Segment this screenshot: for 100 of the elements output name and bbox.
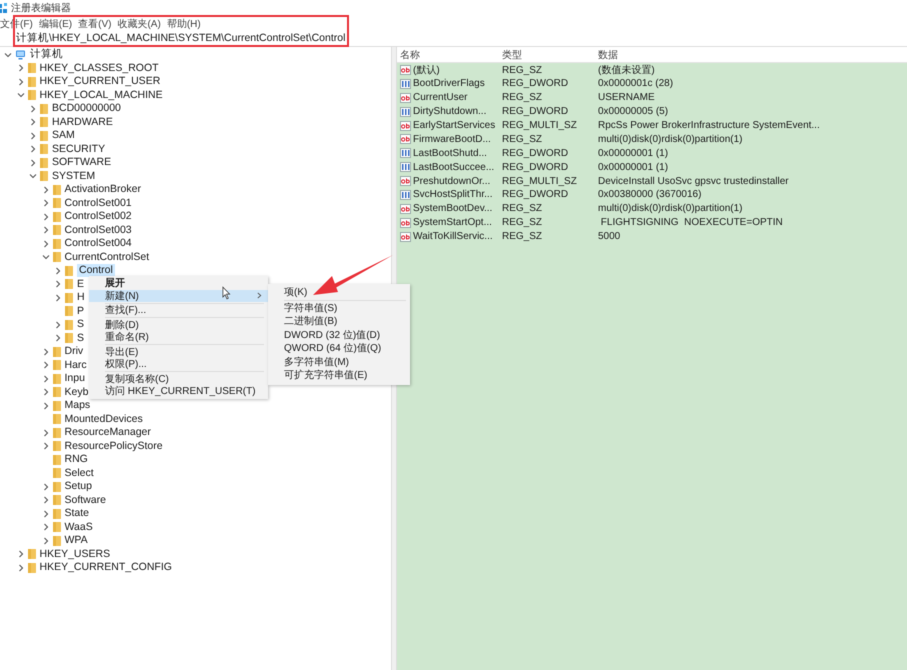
expanded-chevron-icon[interactable] (42, 253, 50, 262)
tree-node[interactable]: WPA (64, 534, 88, 548)
expanded-chevron-icon[interactable] (16, 91, 24, 100)
tree-node[interactable]: Setup (64, 480, 92, 494)
value-name[interactable]: EarlyStartServices (413, 120, 496, 131)
submenu-item[interactable]: QWORD (64 位)值(Q) (268, 342, 410, 356)
tree-node[interactable]: ControlSet001 (64, 196, 132, 210)
submenu-item[interactable]: 二进制值(B) (268, 315, 410, 328)
submenu-item[interactable]: 多字符串值(M) (268, 356, 410, 369)
tree-node[interactable]: HKEY_CURRENT_USER (40, 75, 160, 88)
tree-node[interactable]: ControlSet002 (64, 210, 132, 224)
collapsed-chevron-icon[interactable] (16, 78, 24, 86)
tree-node[interactable]: ControlSet004 (64, 237, 132, 250)
collapsed-chevron-icon[interactable] (54, 266, 62, 275)
collapsed-chevron-icon[interactable] (42, 496, 50, 504)
tree-node[interactable]: CurrentControlSet (64, 250, 150, 264)
collapsed-chevron-icon[interactable] (42, 348, 50, 356)
context-menu-item[interactable]: 权限(P)... (89, 358, 268, 370)
collapsed-chevron-icon[interactable] (42, 523, 50, 532)
tree-node[interactable]: WaaS (64, 520, 93, 534)
tree-node[interactable]: E (77, 278, 84, 291)
tree-node[interactable]: Software (64, 494, 106, 507)
menu-item[interactable]: 编辑(E) (38, 16, 72, 30)
collapsed-chevron-icon[interactable] (54, 320, 62, 329)
tree-node[interactable]: HKEY_USERS (40, 548, 110, 561)
collapsed-chevron-icon[interactable] (54, 294, 62, 302)
menu-item[interactable]: 帮助(H) (166, 16, 201, 30)
tree-node[interactable]: RNG (64, 453, 88, 466)
collapsed-chevron-icon[interactable] (42, 374, 50, 383)
collapsed-chevron-icon[interactable] (42, 212, 50, 221)
tree-node[interactable]: State (64, 507, 90, 520)
context-menu-item[interactable]: 删除(D) (89, 318, 268, 331)
column-header[interactable]: 名称 (400, 48, 420, 62)
value-name[interactable]: FirmwareBootD... (413, 134, 491, 145)
tree-node[interactable]: Control (77, 264, 115, 278)
tree-node[interactable]: HKEY_CLASSES_ROOT (40, 62, 159, 75)
expanded-chevron-icon[interactable] (29, 172, 37, 180)
value-name[interactable]: DirtyShutdown... (413, 106, 486, 118)
tree-node[interactable]: MountedDevices (64, 412, 143, 426)
collapsed-chevron-icon[interactable] (42, 240, 50, 248)
collapsed-chevron-icon[interactable] (42, 186, 50, 194)
tree-node[interactable]: ActivationBroker (64, 183, 141, 196)
submenu-item[interactable]: 可扩充字符串值(E) (268, 369, 410, 382)
collapsed-chevron-icon[interactable] (16, 64, 24, 72)
tree-node[interactable]: SOFTWARE (52, 156, 112, 170)
tree-node[interactable]: Inpu (64, 372, 85, 386)
value-name[interactable]: SystemBootDev... (413, 203, 492, 214)
tree-node[interactable]: SECURITY (52, 142, 106, 156)
value-name[interactable]: LastBootShutd... (413, 148, 487, 159)
collapsed-chevron-icon[interactable] (42, 510, 50, 518)
collapsed-chevron-icon[interactable] (42, 199, 50, 208)
collapsed-chevron-icon[interactable] (29, 145, 37, 154)
collapsed-chevron-icon[interactable] (42, 482, 50, 491)
context-menu-item[interactable]: 访问 HKEY_CURRENT_USER(T) (89, 385, 268, 398)
tree-node[interactable]: H (77, 291, 85, 304)
column-header[interactable]: 类型 (502, 48, 522, 62)
submenu-item[interactable]: 项(K) (268, 286, 410, 300)
collapsed-chevron-icon[interactable] (42, 428, 50, 437)
context-menu-item[interactable]: 新建(N) (89, 290, 268, 302)
context-menu-item[interactable]: 导出(E) (89, 346, 268, 358)
tree-node[interactable]: SYSTEM (52, 170, 96, 183)
collapsed-chevron-icon[interactable] (42, 226, 50, 234)
collapsed-chevron-icon[interactable] (29, 158, 37, 167)
tree-node[interactable]: Driv (64, 345, 84, 358)
value-name[interactable]: WaitToKillServic... (413, 231, 493, 242)
collapsed-chevron-icon[interactable] (29, 132, 37, 140)
tree-node[interactable]: ResourcePolicyStore (64, 440, 163, 453)
collapsed-chevron-icon[interactable] (42, 361, 50, 370)
context-menu-item[interactable]: 展开 (89, 277, 268, 290)
collapsed-chevron-icon[interactable] (16, 564, 24, 572)
submenu-item[interactable]: DWORD (32 位)值(D) (268, 328, 410, 342)
tree-node[interactable]: ControlSet003 (64, 224, 132, 237)
collapsed-chevron-icon[interactable] (42, 442, 50, 450)
menu-item[interactable]: 收藏夹(A) (117, 16, 161, 30)
collapsed-chevron-icon[interactable] (16, 550, 24, 558)
tree-node[interactable]: S (77, 332, 84, 345)
collapsed-chevron-icon[interactable] (54, 280, 62, 288)
submenu-item[interactable]: 字符串值(S) (268, 302, 410, 315)
tree-node[interactable]: HARDWARE (52, 116, 113, 129)
tree-node[interactable]: P (77, 304, 84, 318)
tree-node[interactable]: 计算机 (30, 48, 63, 62)
value-name[interactable]: LastBootSuccee... (413, 162, 494, 173)
tree-node[interactable]: HKEY_LOCAL_MACHINE (40, 88, 163, 102)
value-name[interactable]: CurrentUser (413, 92, 468, 104)
column-header[interactable]: 数据 (598, 48, 618, 62)
collapsed-chevron-icon[interactable] (29, 118, 37, 126)
tree-node[interactable]: BCD00000000 (52, 102, 121, 116)
context-menu-item[interactable]: 复制项名称(C) (89, 372, 268, 385)
tree-node[interactable]: Select (64, 466, 94, 480)
collapsed-chevron-icon[interactable] (42, 402, 50, 410)
tree-node[interactable]: HKEY_CURRENT_CONFIG (40, 561, 172, 574)
value-name[interactable]: SystemStartOpt... (413, 217, 492, 228)
tree-node[interactable]: SAM (52, 129, 75, 142)
context-menu-item[interactable]: 重命名(R) (89, 331, 268, 344)
collapsed-chevron-icon[interactable] (42, 388, 50, 396)
tree-node[interactable]: Maps (64, 399, 90, 412)
tree-node[interactable]: Keyb (64, 386, 88, 399)
collapsed-chevron-icon[interactable] (54, 334, 62, 342)
tree-node[interactable]: S (77, 318, 84, 332)
value-name[interactable]: (默认) (413, 63, 440, 77)
